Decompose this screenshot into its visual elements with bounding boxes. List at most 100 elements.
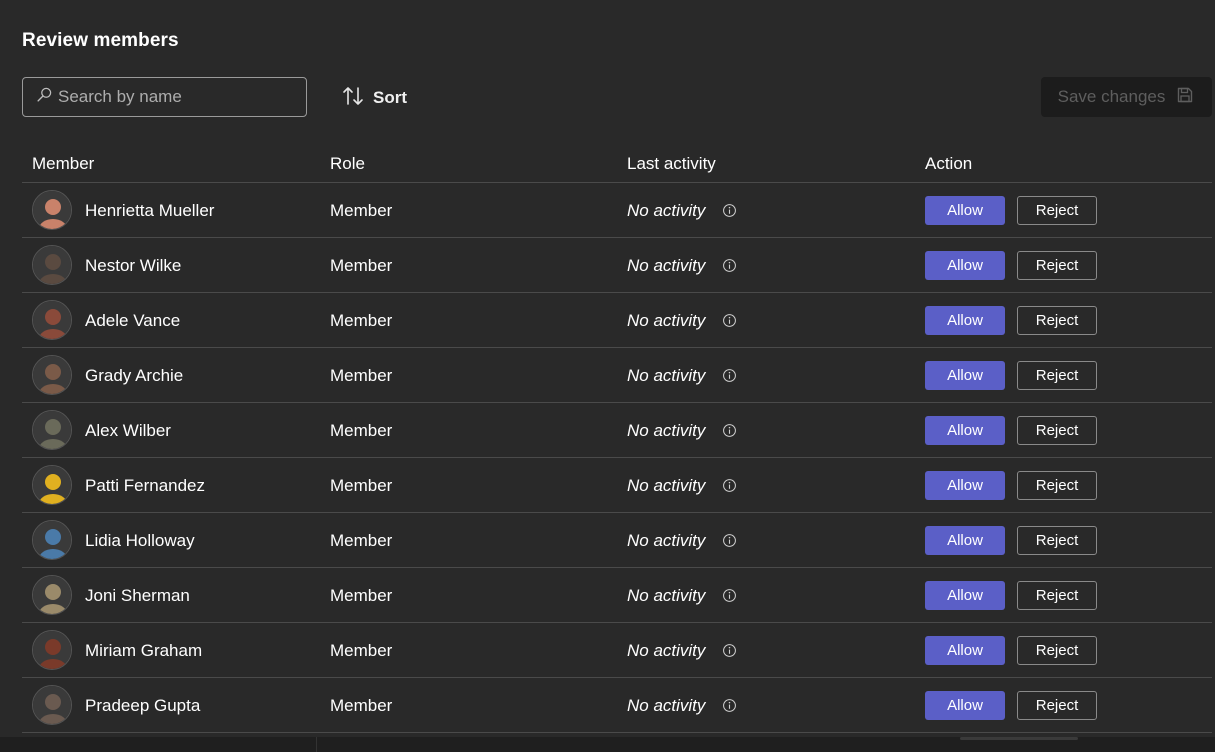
last-activity: No activity <box>627 586 706 605</box>
avatar-head <box>45 474 61 490</box>
last-activity: No activity <box>627 476 706 495</box>
avatar[interactable] <box>32 245 72 285</box>
avatar-head <box>45 529 61 545</box>
reject-button[interactable]: Reject <box>1017 416 1097 445</box>
review-members-panel: Review members Sort Save changes Member … <box>0 0 1215 737</box>
allow-button[interactable]: Allow <box>925 581 1005 610</box>
header-role[interactable]: Role <box>330 154 365 174</box>
allow-button[interactable]: Allow <box>925 526 1005 555</box>
avatar[interactable] <box>32 300 72 340</box>
page-title: Review members <box>22 30 179 51</box>
member-role: Member <box>330 476 393 495</box>
info-icon[interactable] <box>722 588 737 603</box>
avatar[interactable] <box>32 355 72 395</box>
reject-button[interactable]: Reject <box>1017 471 1097 500</box>
divider <box>316 737 317 752</box>
last-activity: No activity <box>627 641 706 660</box>
member-name: Lidia Holloway <box>85 531 195 550</box>
sort-button[interactable]: Sort <box>333 84 407 112</box>
avatar[interactable] <box>32 465 72 505</box>
table-row: Lidia Holloway Member No activity Allow … <box>22 513 1212 568</box>
member-role: Member <box>330 641 393 660</box>
table-header: Member Role Last activity Action <box>22 145 1212 183</box>
member-role: Member <box>330 586 393 605</box>
avatar-head <box>45 419 61 435</box>
avatar[interactable] <box>32 630 72 670</box>
avatar-head <box>45 309 61 325</box>
avatar[interactable] <box>32 410 72 450</box>
info-icon[interactable] <box>722 313 737 328</box>
reject-button[interactable]: Reject <box>1017 196 1097 225</box>
avatar[interactable] <box>32 685 72 725</box>
header-action: Action <box>925 154 973 173</box>
info-icon[interactable] <box>722 478 737 493</box>
allow-button[interactable]: Allow <box>925 361 1005 390</box>
member-name: Nestor Wilke <box>85 256 182 275</box>
scroll-indicator[interactable] <box>960 737 1078 740</box>
info-icon[interactable] <box>722 643 737 658</box>
header-last-activity[interactable]: Last activity <box>627 154 716 174</box>
table-row: Pradeep Gupta Member No activity Allow R… <box>22 678 1212 733</box>
avatar-head <box>45 199 61 215</box>
avatar[interactable] <box>32 575 72 615</box>
last-activity: No activity <box>627 421 706 440</box>
table-row: Henrietta Mueller Member No activity All… <box>22 183 1212 238</box>
member-name: Patti Fernandez <box>85 476 206 495</box>
info-icon[interactable] <box>722 698 737 713</box>
header-member[interactable]: Member <box>32 154 94 174</box>
table-row: Joni Sherman Member No activity Allow Re… <box>22 568 1212 623</box>
member-role: Member <box>330 311 393 330</box>
allow-button[interactable]: Allow <box>925 251 1005 280</box>
member-name: Henrietta Mueller <box>85 201 215 220</box>
last-activity: No activity <box>627 256 706 275</box>
info-icon[interactable] <box>722 368 737 383</box>
save-changes-button[interactable]: Save changes <box>1041 77 1212 117</box>
avatar-head <box>45 364 61 380</box>
search-input[interactable] <box>58 87 288 107</box>
member-name: Grady Archie <box>85 366 184 385</box>
reject-button[interactable]: Reject <box>1017 636 1097 665</box>
table-row: Grady Archie Member No activity Allow Re… <box>22 348 1212 403</box>
allow-button[interactable]: Allow <box>925 471 1005 500</box>
last-activity: No activity <box>627 696 706 715</box>
reject-button[interactable]: Reject <box>1017 361 1097 390</box>
member-name: Adele Vance <box>85 311 181 330</box>
member-role: Member <box>330 531 393 550</box>
avatar-head <box>45 584 61 600</box>
member-role: Member <box>330 256 393 275</box>
member-name: Alex Wilber <box>85 421 171 440</box>
last-activity: No activity <box>627 531 706 550</box>
allow-button[interactable]: Allow <box>925 196 1005 225</box>
reject-button[interactable]: Reject <box>1017 526 1097 555</box>
last-activity: No activity <box>627 366 706 385</box>
info-icon[interactable] <box>722 258 737 273</box>
avatar-head <box>45 254 61 270</box>
reject-button[interactable]: Reject <box>1017 581 1097 610</box>
avatar-head <box>45 639 61 655</box>
allow-button[interactable]: Allow <box>925 416 1005 445</box>
member-role: Member <box>330 421 393 440</box>
members-table: Member Role Last activity Action Henriet… <box>22 145 1212 733</box>
reject-button[interactable]: Reject <box>1017 306 1097 335</box>
info-icon[interactable] <box>722 423 737 438</box>
last-activity: No activity <box>627 311 706 330</box>
last-activity: No activity <box>627 201 706 220</box>
allow-button[interactable]: Allow <box>925 691 1005 720</box>
info-icon[interactable] <box>722 203 737 218</box>
search-box[interactable] <box>22 77 307 117</box>
reject-button[interactable]: Reject <box>1017 691 1097 720</box>
sort-arrows-icon <box>341 84 365 113</box>
reject-button[interactable]: Reject <box>1017 251 1097 280</box>
avatar[interactable] <box>32 190 72 230</box>
save-label: Save changes <box>1057 87 1166 106</box>
member-name: Joni Sherman <box>85 586 190 605</box>
table-row: Alex Wilber Member No activity Allow Rej… <box>22 403 1212 458</box>
allow-button[interactable]: Allow <box>925 306 1005 335</box>
avatar[interactable] <box>32 520 72 560</box>
member-role: Member <box>330 201 393 220</box>
avatar-head <box>45 694 61 710</box>
member-role: Member <box>330 696 393 715</box>
info-icon[interactable] <box>722 533 737 548</box>
allow-button[interactable]: Allow <box>925 636 1005 665</box>
save-disk-icon <box>1165 85 1195 110</box>
